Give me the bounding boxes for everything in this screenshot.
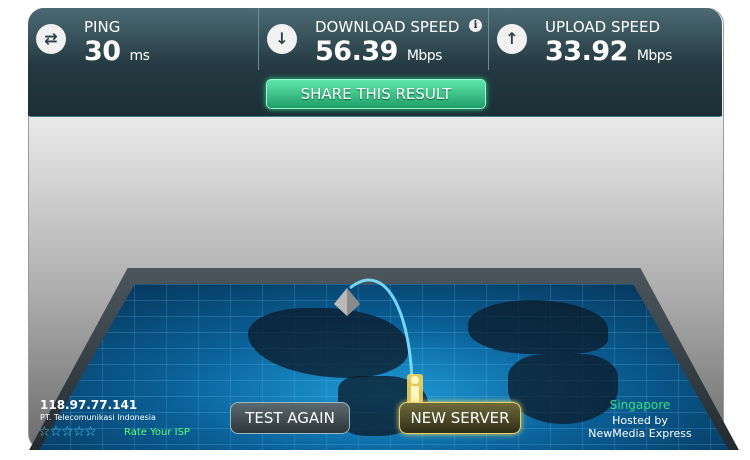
star-icon[interactable]: ☆ bbox=[61, 424, 74, 440]
test-again-button[interactable]: TEST AGAIN bbox=[230, 402, 350, 434]
server-host: NewMedia Express bbox=[588, 427, 692, 440]
upload-arrow-icon: ↑ bbox=[497, 24, 527, 54]
client-ip: 118.97.77.141 bbox=[40, 398, 138, 412]
download-number: 56.39 bbox=[315, 36, 398, 67]
client-info: 118.97.77.141 PT. Telecomunikasi Indones… bbox=[30, 396, 198, 444]
share-result-button[interactable]: SHARE THIS RESULT bbox=[266, 79, 486, 109]
new-server-button[interactable]: NEW SERVER bbox=[399, 402, 521, 434]
download-arrow-icon: ↓ bbox=[267, 24, 297, 54]
speedtest-app: ⇄ PING 30 ms ↓ DOWNLOAD SPEED 56.39 Mbps… bbox=[0, 0, 750, 460]
ping-label: PING bbox=[84, 18, 121, 36]
ping-icon: ⇄ bbox=[36, 24, 66, 54]
server-pyramid-icon bbox=[334, 288, 360, 316]
upload-stat: ↑ UPLOAD SPEED 33.92 Mbps bbox=[489, 8, 722, 70]
rate-isp-link[interactable]: Rate Your ISP bbox=[124, 427, 190, 438]
ping-unit: ms bbox=[129, 48, 150, 64]
download-stat: ↓ DOWNLOAD SPEED 56.39 Mbps i bbox=[259, 8, 489, 70]
rating-stars[interactable]: ☆☆☆☆☆ bbox=[38, 424, 97, 440]
header-divider bbox=[30, 116, 720, 117]
bottom-bar: 118.97.77.141 PT. Telecomunikasi Indones… bbox=[30, 396, 720, 448]
star-icon[interactable]: ☆ bbox=[84, 424, 97, 440]
download-unit: Mbps bbox=[406, 48, 443, 64]
star-icon[interactable]: ☆ bbox=[38, 424, 51, 440]
ping-value: 30 ms bbox=[84, 36, 150, 67]
server-city: Singapore bbox=[609, 398, 671, 412]
upload-value: 33.92 Mbps bbox=[545, 36, 672, 67]
info-icon[interactable]: i bbox=[469, 19, 482, 32]
download-value: 56.39 Mbps bbox=[315, 36, 442, 67]
hosted-by-label: Hosted by bbox=[612, 414, 668, 427]
download-label: DOWNLOAD SPEED bbox=[315, 18, 460, 36]
ping-stat: ⇄ PING 30 ms bbox=[28, 8, 259, 70]
upload-label: UPLOAD SPEED bbox=[545, 18, 661, 36]
upload-unit: Mbps bbox=[636, 48, 673, 64]
ping-number: 30 bbox=[84, 36, 121, 67]
upload-number: 33.92 bbox=[545, 36, 628, 67]
star-icon[interactable]: ☆ bbox=[73, 424, 86, 440]
server-info: Singapore Hosted by NewMedia Express bbox=[560, 396, 720, 444]
star-icon[interactable]: ☆ bbox=[50, 424, 63, 440]
client-isp: PT. Telecomunikasi Indonesia bbox=[40, 413, 156, 422]
